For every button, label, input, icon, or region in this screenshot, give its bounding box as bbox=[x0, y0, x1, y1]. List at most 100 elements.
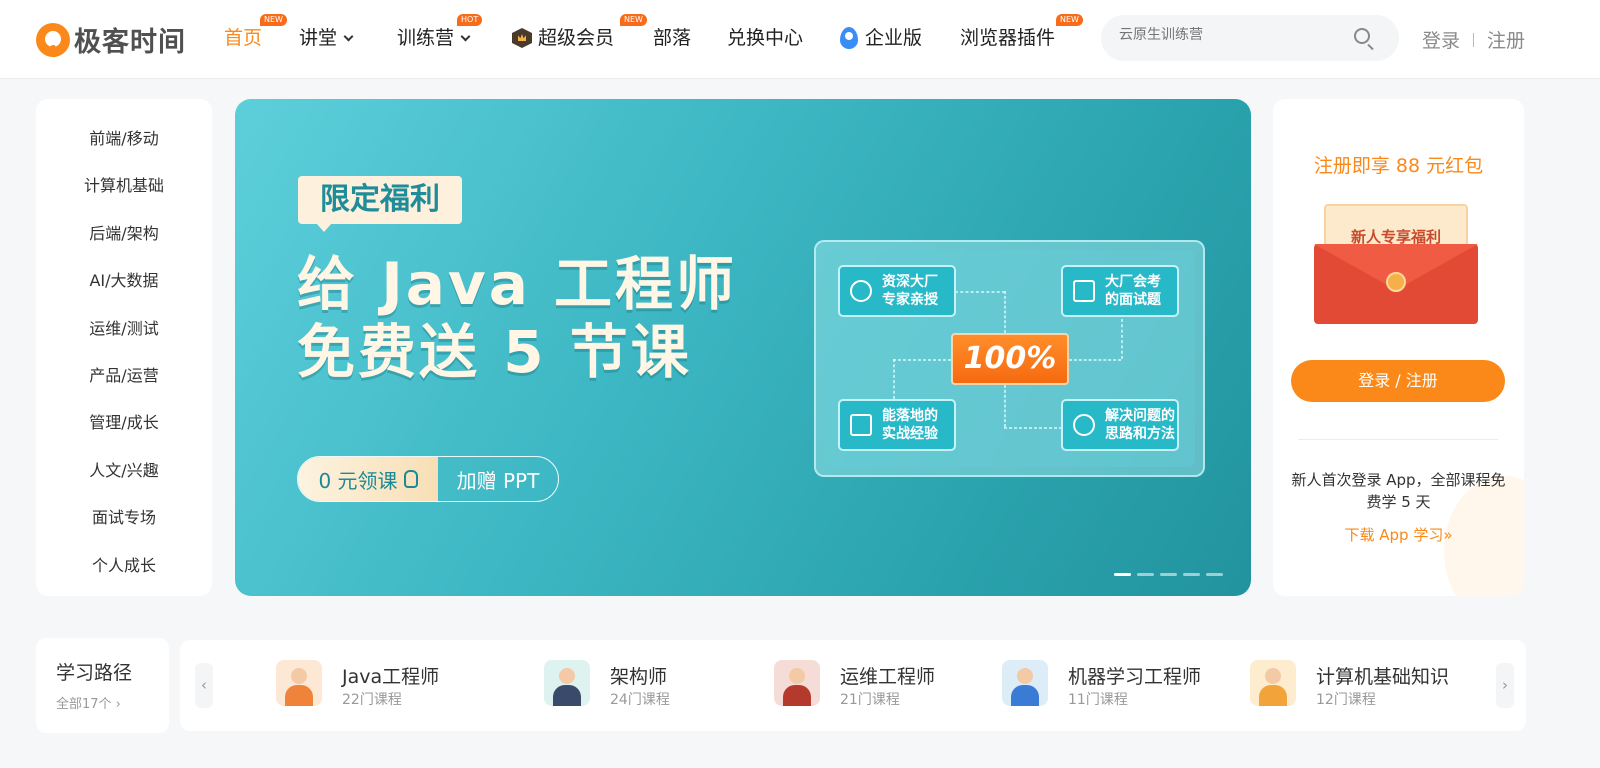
category-item[interactable]: 人文/兴趣 bbox=[36, 457, 212, 481]
connector-line bbox=[1004, 291, 1006, 333]
envelope-seal-icon bbox=[1386, 272, 1406, 292]
nav-tribe-label: 部落 bbox=[653, 27, 692, 49]
nav-enterprise[interactable]: 企业版 bbox=[840, 24, 922, 52]
category-item[interactable]: 个人成长 bbox=[36, 552, 212, 576]
connector-line bbox=[893, 359, 951, 361]
learning-path-all-link[interactable]: 全部17个 › bbox=[56, 693, 121, 712]
promo-title: 注册即享 88 元红包 bbox=[1313, 155, 1484, 177]
free-course-label: 0 元领课 bbox=[318, 468, 398, 493]
feature-text: 思路和方法 bbox=[1105, 426, 1175, 442]
login-register-button[interactable]: 登录 / 注册 bbox=[1291, 360, 1505, 402]
connector-line bbox=[1121, 319, 1123, 359]
signup-promo-card: 注册即享 88 元红包 新人专享福利 登录 / 注册 新人首次登录 App，全部… bbox=[1273, 99, 1524, 596]
pointer-hand-icon bbox=[403, 470, 418, 488]
avatar-body bbox=[553, 685, 581, 706]
path-name: 运维工程师 bbox=[840, 666, 936, 688]
banner-cta[interactable]: 0 元领课 加赠 PPT bbox=[297, 456, 559, 502]
free-course-button[interactable]: 0 元领课 bbox=[298, 457, 438, 501]
feature-text: 资深大厂 bbox=[882, 274, 938, 290]
connector-line bbox=[893, 359, 895, 399]
logo-icon bbox=[36, 22, 70, 57]
learning-path-header: 学习路径 全部17个 › bbox=[36, 638, 169, 733]
category-item[interactable]: 运维/测试 bbox=[36, 315, 212, 339]
nav-home[interactable]: 首页 NEW bbox=[224, 14, 287, 52]
chevron-down-icon bbox=[343, 31, 354, 41]
feature-box: 解决问题的思路和方法 bbox=[1061, 399, 1179, 451]
feature-text: 专家亲授 bbox=[882, 292, 938, 308]
compass-icon bbox=[1073, 414, 1095, 436]
search-input[interactable] bbox=[1119, 27, 1349, 43]
top-header: 极客时间 首页 NEW 讲堂 训练营 HOT 超级会员 NEW 部落 兑换中心 bbox=[0, 0, 1600, 79]
search-icon[interactable] bbox=[1354, 28, 1370, 44]
path-course-count: 22门课程 bbox=[342, 692, 402, 708]
category-item[interactable]: 管理/成长 bbox=[36, 409, 212, 433]
nav-exchange-label: 兑换中心 bbox=[727, 27, 804, 49]
prev-arrow-button[interactable]: ‹ bbox=[195, 663, 213, 708]
promo-description: 新人首次登录 App，全部课程免费学 5 天 bbox=[1291, 471, 1506, 511]
category-item[interactable]: 面试专场 bbox=[36, 504, 212, 528]
nav-lectures[interactable]: 讲堂 bbox=[299, 24, 354, 52]
path-course-count: 11门课程 bbox=[1068, 692, 1128, 708]
carousel-dot[interactable] bbox=[1137, 573, 1154, 576]
category-item[interactable]: 前端/移动 bbox=[36, 125, 212, 149]
avatar-head bbox=[559, 668, 575, 684]
category-item[interactable]: 计算机基础 bbox=[36, 172, 212, 196]
avatar-head bbox=[1265, 668, 1281, 684]
nav-exchange[interactable]: 兑换中心 bbox=[727, 24, 803, 52]
new-badge: NEW bbox=[620, 14, 647, 26]
nav-super-vip[interactable]: 超级会员 NEW bbox=[512, 14, 647, 52]
carousel-dot[interactable] bbox=[1206, 573, 1223, 576]
avatar-head bbox=[1017, 668, 1033, 684]
feature-text: 实战经验 bbox=[882, 426, 938, 442]
auth-links: 登录 注册 bbox=[1422, 26, 1525, 53]
feature-box: 能落地的 实战经验 bbox=[838, 399, 956, 451]
login-link[interactable]: 登录 bbox=[1422, 26, 1460, 53]
briefcase-icon bbox=[850, 414, 872, 436]
chevron-down-icon bbox=[460, 31, 471, 41]
avatar-body bbox=[285, 685, 313, 706]
hot-badge: HOT bbox=[457, 14, 483, 26]
crown-icon bbox=[512, 28, 532, 48]
building-icon bbox=[1073, 280, 1095, 302]
avatar bbox=[1250, 660, 1296, 706]
percent-badge: 100% bbox=[951, 333, 1069, 385]
connector-line bbox=[1004, 427, 1062, 429]
feature-box: 大厂会考 的面试题 bbox=[1061, 265, 1179, 317]
divider bbox=[1473, 32, 1475, 47]
carousel-dot-active[interactable] bbox=[1114, 573, 1131, 576]
carousel-dot[interactable] bbox=[1183, 573, 1200, 576]
carousel-dot[interactable] bbox=[1160, 573, 1177, 576]
logo[interactable]: 极客时间 bbox=[36, 20, 186, 59]
nav-super-vip-label: 超级会员 bbox=[538, 27, 615, 49]
nav-lectures-label: 讲堂 bbox=[299, 27, 338, 49]
hero-banner[interactable]: 限定福利 给 Java 工程师 免费送 5 节课 0 元领课 加赠 PPT 资深… bbox=[235, 99, 1251, 596]
carousel-indicators bbox=[1114, 573, 1223, 576]
download-app-link[interactable]: 下载 App 学习» bbox=[1273, 524, 1524, 545]
logo-text: 极客时间 bbox=[74, 27, 186, 58]
category-item[interactable]: 产品/运营 bbox=[36, 362, 212, 386]
connector-line bbox=[1069, 359, 1121, 361]
category-item[interactable]: 后端/架构 bbox=[36, 220, 212, 244]
nav-browser-plugin[interactable]: 浏览器插件 NEW bbox=[960, 14, 1083, 52]
expert-icon bbox=[850, 280, 872, 302]
banner-tag: 限定福利 bbox=[298, 176, 462, 232]
feature-text: 解决问题的 bbox=[1105, 408, 1175, 424]
feature-text: 大厂会考 bbox=[1105, 274, 1161, 290]
nav-tribe[interactable]: 部落 bbox=[653, 24, 691, 52]
register-link[interactable]: 注册 bbox=[1487, 26, 1525, 53]
nav-bootcamp[interactable]: 训练营 HOT bbox=[397, 14, 483, 52]
path-course-count: 21门课程 bbox=[840, 692, 900, 708]
next-arrow-button[interactable]: › bbox=[1496, 663, 1514, 708]
path-course-count: 12门课程 bbox=[1316, 692, 1376, 708]
banner-headline: 免费送 5 节课 bbox=[297, 318, 692, 386]
category-item[interactable]: AI/大数据 bbox=[36, 267, 212, 291]
nav-enterprise-label: 企业版 bbox=[865, 27, 923, 49]
connector-line bbox=[955, 291, 1005, 293]
avatar bbox=[544, 660, 590, 706]
avatar-body bbox=[1011, 685, 1039, 706]
path-course-count: 24门课程 bbox=[610, 692, 670, 708]
new-badge: NEW bbox=[1056, 14, 1083, 26]
enterprise-icon bbox=[840, 27, 858, 49]
learning-path-title: 学习路径 bbox=[56, 662, 133, 684]
avatar-head bbox=[789, 668, 805, 684]
